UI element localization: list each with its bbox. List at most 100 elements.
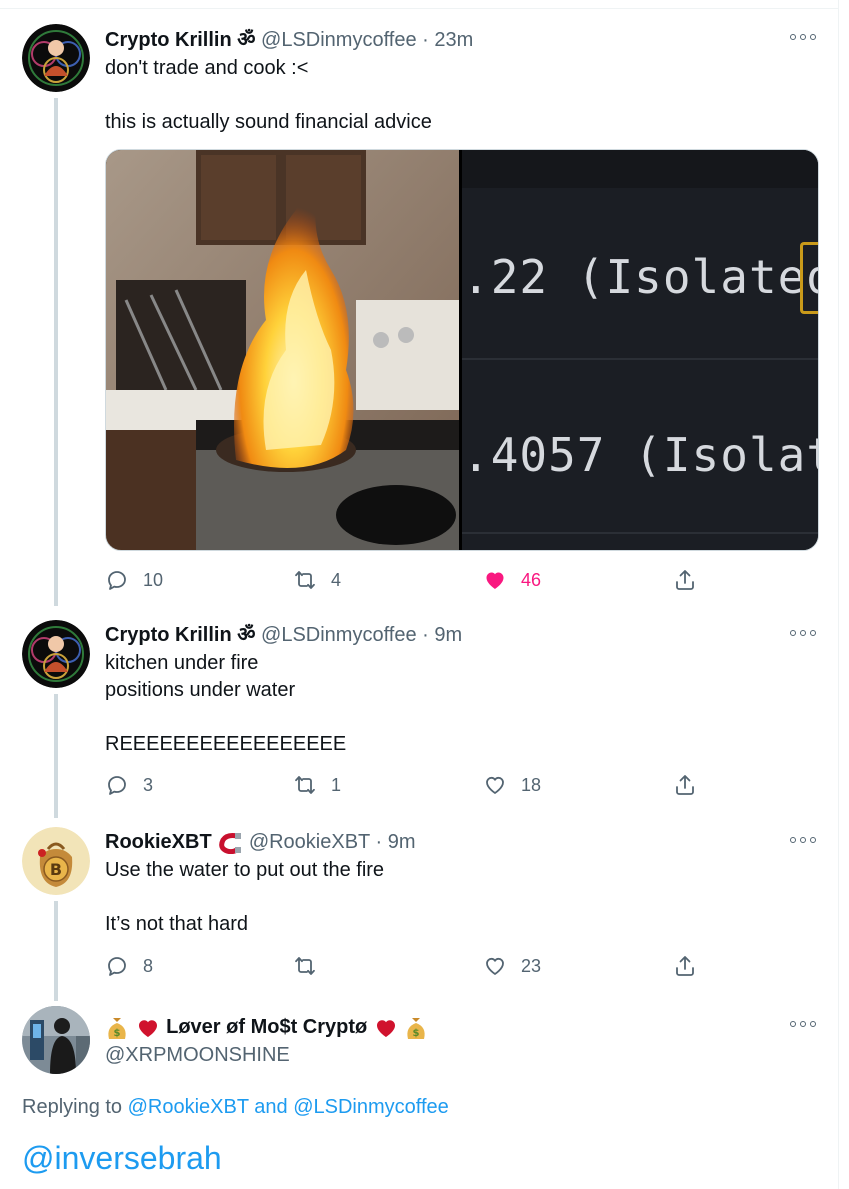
username-text: @XRPMOONSHINE bbox=[105, 1044, 290, 1066]
tweet-line: It’s not that hard bbox=[105, 913, 249, 935]
separator: · bbox=[422, 624, 429, 646]
thread-line bbox=[54, 901, 58, 1001]
display-name[interactable]: RookieXBT bbox=[105, 831, 212, 853]
like-count: 46 bbox=[521, 569, 542, 590]
tweet-actions: 8 23 bbox=[105, 951, 705, 981]
retweet-button[interactable] bbox=[293, 951, 331, 981]
retweet-count: 1 bbox=[331, 774, 342, 795]
retweet-icon bbox=[295, 571, 315, 589]
replying-to: Replying to @RookieXBT and @LSDinmycoffe… bbox=[22, 1096, 449, 1119]
red-heart-emoji bbox=[376, 1020, 395, 1037]
tweet-line: Use the water to put out the fire bbox=[105, 859, 385, 881]
tweet-header: RookieXBT @RookieXBT · 9m bbox=[105, 828, 416, 856]
heart-icon bbox=[486, 776, 504, 794]
timestamp[interactable]: 23m bbox=[434, 29, 473, 51]
username[interactable]: @RookieXBT bbox=[249, 831, 370, 853]
avatar[interactable] bbox=[22, 620, 90, 688]
tweet-line bbox=[105, 704, 346, 731]
like-count: 18 bbox=[521, 774, 542, 795]
thread-line bbox=[54, 98, 58, 606]
tweet-actions: 3 1 18 bbox=[105, 770, 705, 800]
reply-icon bbox=[108, 571, 126, 590]
display-name[interactable]: Crypto Krillin ॐ bbox=[105, 624, 255, 646]
tweet-text: Use the water to put out the fire It’s n… bbox=[105, 857, 384, 938]
heart-icon bbox=[486, 957, 504, 975]
tweet-text: don't trade and cook :< this is actually… bbox=[105, 55, 432, 136]
tweet-media[interactable]: .22 (Isolated) .4057 (Isolated bbox=[105, 149, 819, 551]
thread-line bbox=[54, 694, 58, 818]
display-name[interactable]: Løver øf Mo$t Cryptø bbox=[166, 1016, 367, 1038]
more-icon[interactable] bbox=[790, 32, 816, 42]
tweet-line bbox=[105, 82, 432, 109]
media-image-positions[interactable]: .22 (Isolated) .4057 (Isolated bbox=[462, 150, 818, 550]
tweet-header: Crypto Krillin ॐ @LSDinmycoffee · 23m bbox=[105, 26, 473, 54]
share-button[interactable] bbox=[673, 565, 711, 595]
username[interactable]: @LSDinmycoffee bbox=[261, 29, 417, 51]
like-button[interactable]: 46 bbox=[483, 565, 541, 595]
tweet-line: don't trade and cook :< bbox=[105, 57, 309, 79]
retweet-icon bbox=[295, 957, 315, 975]
like-button[interactable]: 18 bbox=[483, 770, 541, 800]
tweet-line: positions under water bbox=[105, 679, 296, 701]
mention-link[interactable]: @inversebrah bbox=[22, 1140, 222, 1177]
tweet-text: kitchen under fire positions under water… bbox=[105, 650, 346, 758]
more-icon[interactable] bbox=[790, 628, 816, 638]
retweet-icon bbox=[295, 776, 315, 794]
share-button[interactable] bbox=[673, 770, 711, 800]
tweet-line bbox=[105, 884, 384, 911]
share-icon bbox=[676, 570, 694, 590]
media-image-fire[interactable] bbox=[106, 150, 459, 550]
svg-text:B: B bbox=[50, 860, 62, 879]
replying-label: Replying to bbox=[22, 1096, 123, 1118]
timestamp[interactable]: 9m bbox=[434, 624, 462, 646]
timeline: Crypto Krillin ॐ @LSDinmycoffee · 23m do… bbox=[0, 0, 839, 1189]
retweet-count: 4 bbox=[331, 569, 342, 590]
username[interactable]: @XRPMOONSHINE bbox=[105, 1041, 290, 1069]
reply-button[interactable]: 8 bbox=[105, 951, 153, 981]
tweet[interactable]: Crypto Krillin ॐ @LSDinmycoffee · 9m kit… bbox=[0, 618, 838, 818]
avatar[interactable]: B bbox=[22, 827, 90, 895]
tweet-line: this is actually sound financial advice bbox=[105, 111, 432, 133]
share-button[interactable] bbox=[673, 951, 711, 981]
tweet-header: $ Løver øf Mo$t Cryptø $ bbox=[105, 1013, 428, 1041]
more-icon[interactable] bbox=[790, 835, 816, 845]
divider bbox=[0, 8, 838, 9]
tweet[interactable]: Crypto Krillin ॐ @LSDinmycoffee · 23m do… bbox=[0, 22, 838, 606]
heart-icon bbox=[486, 572, 504, 589]
share-icon bbox=[676, 775, 694, 795]
tweet[interactable]: B RookieXBT @RookieXBT · 9m Use the wate… bbox=[0, 825, 838, 1001]
tweet-header: Crypto Krillin ॐ @LSDinmycoffee · 9m bbox=[105, 621, 462, 649]
separator: · bbox=[375, 831, 383, 853]
reply-button[interactable]: 3 bbox=[105, 770, 153, 800]
avatar[interactable] bbox=[22, 24, 90, 92]
position-text-2: .4057 (Isolated bbox=[462, 428, 818, 482]
replying-user-link[interactable]: @RookieXBT bbox=[128, 1096, 249, 1118]
svg-text:$: $ bbox=[114, 1028, 121, 1039]
reply-count: 8 bbox=[143, 955, 154, 976]
reply-icon bbox=[108, 776, 126, 795]
position-text-1: .22 (Isolated) bbox=[462, 250, 818, 304]
reply-count: 3 bbox=[143, 774, 154, 795]
retweet-button[interactable]: 1 bbox=[293, 770, 341, 800]
replying-and: and bbox=[254, 1096, 288, 1118]
separator: · bbox=[422, 29, 429, 51]
avatar[interactable] bbox=[22, 1006, 90, 1074]
tweet-line: kitchen under fire bbox=[105, 652, 259, 674]
tweet-actions: 10 4 46 bbox=[105, 565, 705, 595]
replying-user-link[interactable]: @LSDinmycoffee bbox=[293, 1096, 449, 1118]
timestamp[interactable]: 9m bbox=[388, 831, 416, 853]
red-heart-emoji bbox=[138, 1020, 157, 1037]
magnet-icon bbox=[219, 832, 242, 854]
svg-text:$: $ bbox=[413, 1028, 420, 1039]
more-icon[interactable] bbox=[790, 1019, 816, 1029]
like-button[interactable]: 23 bbox=[483, 951, 541, 981]
like-count: 23 bbox=[521, 955, 542, 976]
moneybag-icon: $ bbox=[407, 1017, 426, 1039]
moneybag-icon: $ bbox=[108, 1017, 126, 1039]
retweet-button[interactable]: 4 bbox=[293, 565, 341, 595]
reply-icon bbox=[108, 957, 126, 976]
username[interactable]: @LSDinmycoffee bbox=[261, 624, 417, 646]
reply-button[interactable]: 10 bbox=[105, 565, 163, 595]
display-name[interactable]: Crypto Krillin ॐ bbox=[105, 29, 255, 51]
reply-count: 10 bbox=[143, 569, 164, 590]
